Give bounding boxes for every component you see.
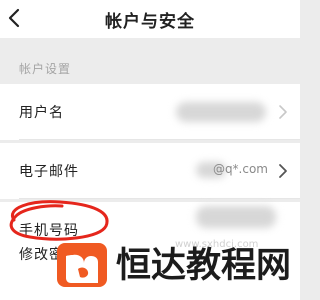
watermark-brand-text: 恒达教程网 [116,246,292,286]
chevron-right-icon [279,105,287,119]
email-label: 电子邮件 [19,164,79,180]
email-value: @q*.com [212,162,268,176]
brand-logo-icon [57,243,107,287]
username-label: 用户名 [19,105,64,121]
watermark: www.sxhdcj.com 恒达教程网 [56,236,300,300]
phone-blurred-value [196,206,276,228]
divider [19,198,300,199]
top-bar: 帐户与安全 [0,0,300,38]
email-row[interactable]: 电子邮件 @q*.com [0,143,300,199]
divider [19,139,300,140]
chevron-right-icon [279,164,287,178]
page-title: 帐户与安全 [105,12,195,32]
section-label: 帐户设置 [19,62,72,76]
username-row[interactable]: 用户名 [0,84,300,140]
username-blurred-value [176,102,266,122]
